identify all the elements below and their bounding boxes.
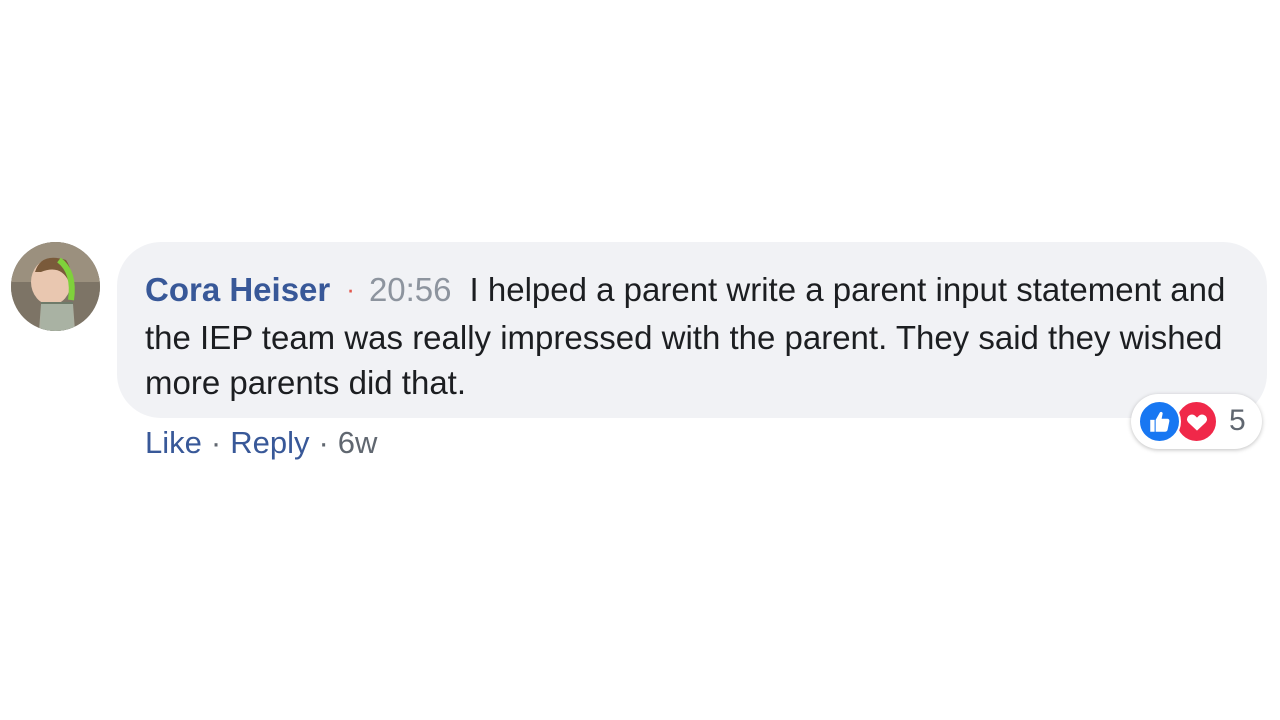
avatar[interactable] xyxy=(11,242,100,331)
author-name[interactable]: Cora Heiser xyxy=(145,271,330,308)
love-icon xyxy=(1175,400,1218,443)
comment-age[interactable]: 6w xyxy=(338,425,378,460)
reaction-count: 5 xyxy=(1229,404,1246,437)
comment-bubble: Cora Heiser · 20:56 I helped a parent write… xyxy=(117,242,1267,418)
actions-dot: · xyxy=(210,425,222,460)
reactions-summary[interactable]: 5 xyxy=(1131,394,1262,449)
avatar-image xyxy=(11,242,100,331)
separator-dot: · xyxy=(346,274,355,304)
like-button[interactable]: Like xyxy=(145,425,202,460)
like-icon xyxy=(1138,400,1181,443)
actions-dot: · xyxy=(318,425,329,460)
comment-actions: Like · Reply · 6w xyxy=(145,421,377,465)
reply-button[interactable]: Reply xyxy=(230,425,309,460)
comment: Cora Heiser · 20:56 I helped a parent write… xyxy=(0,0,1280,720)
comment-time: 20:56 xyxy=(368,271,452,308)
